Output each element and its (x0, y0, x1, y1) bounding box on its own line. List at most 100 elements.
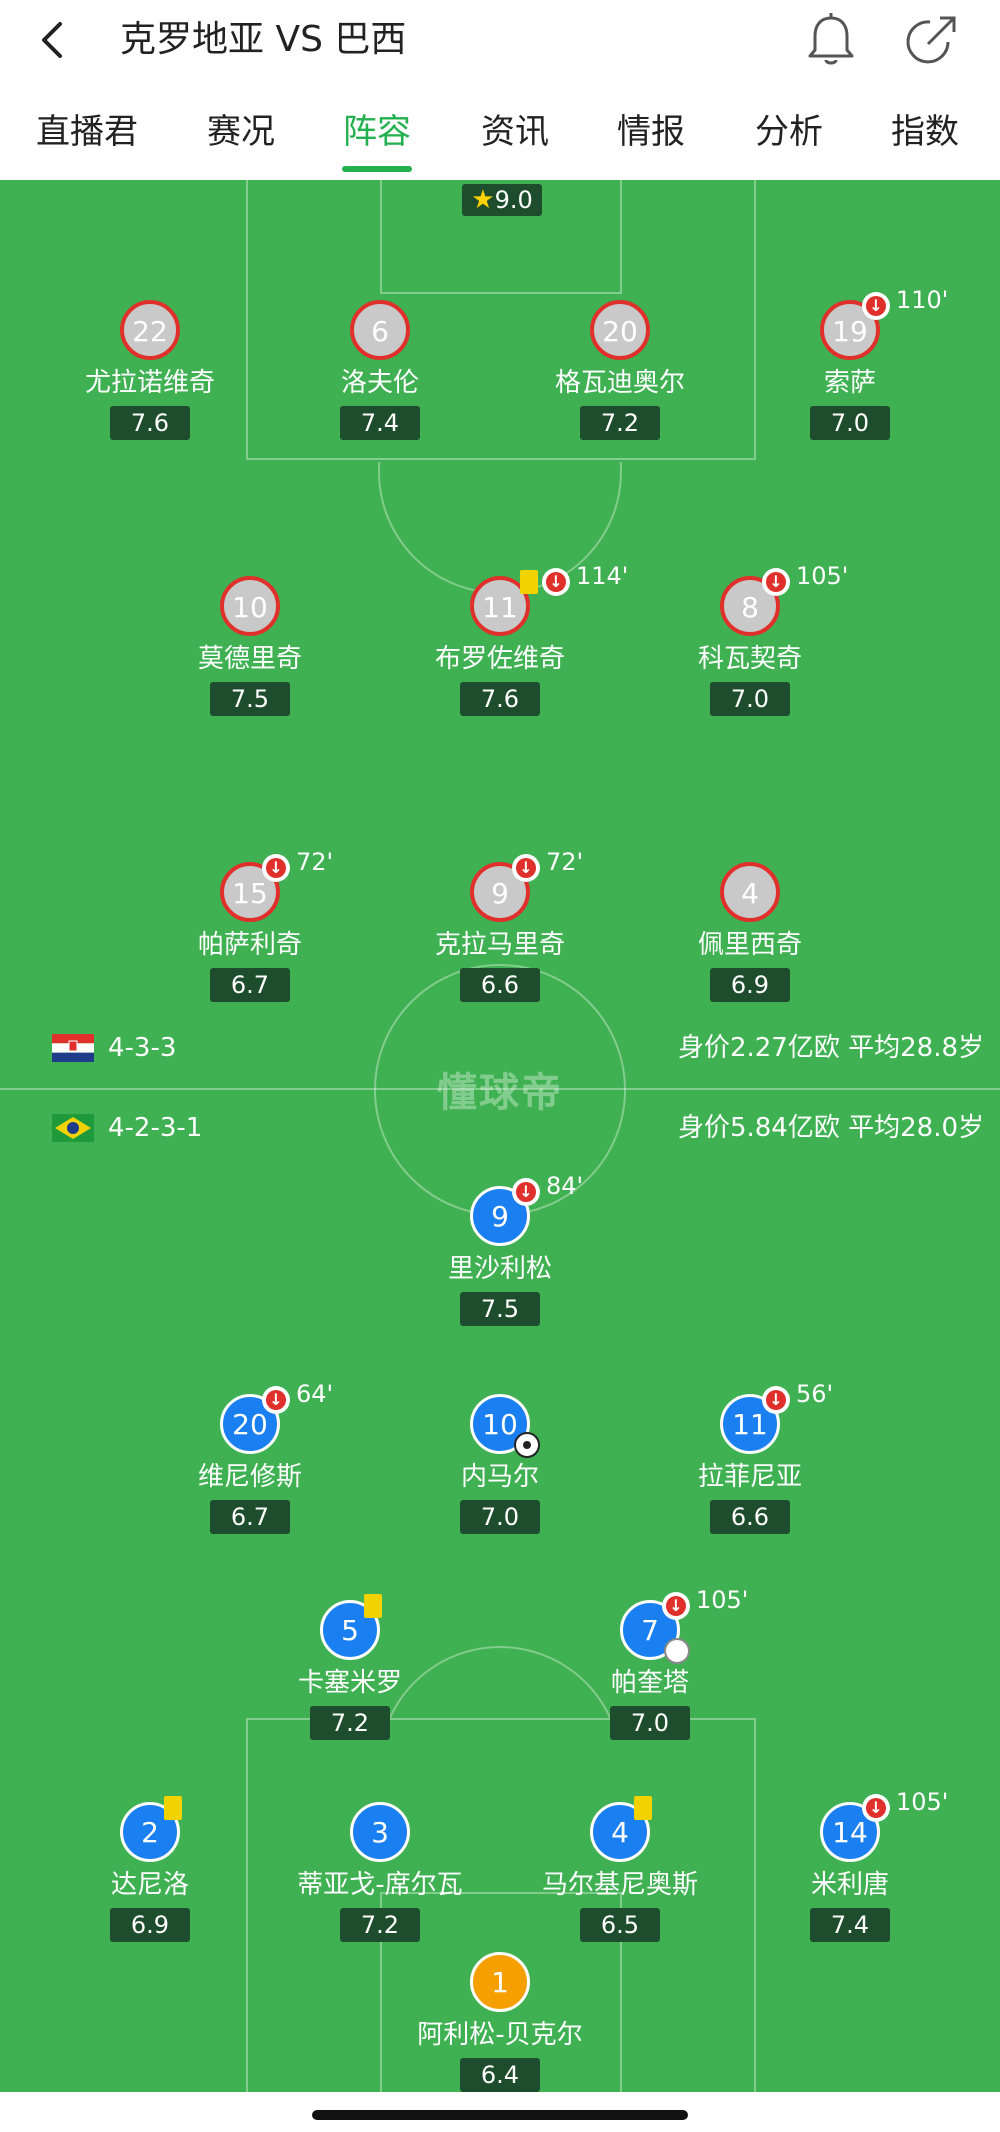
bell-icon[interactable] (800, 10, 862, 72)
header-bar: 克罗地亚 VS 巴西 (0, 0, 1000, 80)
tab-odds[interactable]: 指数 (860, 110, 990, 154)
active-tab-indicator (342, 166, 412, 172)
player-brazil[interactable]: 14 ↓ 105' 米利唐 7.4 (740, 1788, 960, 1962)
sub-time: 56' (796, 1380, 834, 1408)
player-rating: 6.4 (460, 2058, 540, 2092)
player-croatia[interactable]: 6 洛夫伦 7.4 (270, 300, 490, 460)
player-croatia[interactable]: 10 莫德里奇 7.5 (140, 576, 360, 736)
player-croatia[interactable]: 4 佩里西奇 6.9 (640, 862, 860, 1022)
brazil-team-info: 身价5.84亿欧 平均28.0岁 (677, 1113, 984, 1143)
player-name: 内马尔 (460, 1462, 539, 1492)
player-croatia[interactable]: 8 ↓ 105' 科瓦契奇 7.0 (640, 562, 860, 736)
player-rating: 7.2 (340, 1908, 420, 1942)
tab-match-status[interactable]: 赛况 (176, 110, 306, 154)
player-name: 阿利松-贝克尔 (417, 2020, 583, 2050)
sub-time: 105' (796, 562, 849, 590)
player-number: 10 (220, 576, 280, 636)
player-rating: 7.2 (310, 1706, 390, 1740)
down-arrow-icon: ↓ (769, 1390, 783, 1409)
player-croatia[interactable]: 19 ↓ 110' 索萨 7.0 (740, 286, 960, 460)
croatia-formation: 4-3-3 (108, 1033, 177, 1063)
player-croatia[interactable]: 22 尤拉诺维奇 7.6 (40, 300, 260, 460)
back-icon[interactable] (32, 18, 76, 62)
player-rating: 7.0 (610, 1706, 690, 1740)
player-brazil[interactable]: 2 达尼洛 6.9 (40, 1796, 260, 1962)
player-rating: 7.0 (710, 682, 790, 716)
player-rating: 7.5 (210, 682, 290, 716)
player-name: 布罗佐维奇 (434, 644, 565, 674)
player-rating: 7.6 (460, 682, 540, 716)
player-number: 6 (350, 300, 410, 360)
player-brazil[interactable]: 3 蒂亚戈-席尔瓦 7.2 (270, 1802, 490, 1962)
player-rating: 6.7 (210, 968, 290, 1002)
player-name: 佩里西奇 (697, 930, 802, 960)
player-name: 帕奎塔 (610, 1668, 689, 1698)
player-name: 马尔基尼奥斯 (541, 1870, 698, 1900)
tab-bar: 直播君 赛况 阵容 资讯 情报 分析 指数 (0, 92, 1000, 180)
down-arrow-icon: ↓ (869, 1798, 883, 1817)
player-croatia[interactable]: 11 ↓ 114' 布罗佐维奇 7.6 (390, 562, 628, 736)
player-number: 3 (350, 1802, 410, 1862)
down-arrow-icon: ↓ (769, 572, 783, 591)
player-name: 克拉马里奇 (434, 930, 565, 960)
player-name: 米利唐 (810, 1870, 889, 1900)
tab-live[interactable]: 直播君 (22, 110, 152, 154)
player-brazil[interactable]: 7 ↓ 105' 帕奎塔 7.0 (540, 1586, 760, 1760)
tab-analysis[interactable]: 分析 (724, 110, 854, 154)
tab-intel[interactable]: 情报 (586, 110, 716, 154)
croatia-flag-icon (52, 1034, 94, 1062)
brazil-flag-icon (52, 1114, 94, 1142)
player-croatia[interactable]: 20 格瓦迪奥尔 7.2 (510, 300, 730, 460)
player-rating: 7.0 (810, 406, 890, 440)
down-arrow-icon: ↓ (269, 1390, 283, 1409)
tab-news[interactable]: 资讯 (450, 110, 580, 154)
share-icon[interactable] (900, 10, 962, 72)
sub-time: 72' (296, 848, 334, 876)
player-brazil[interactable]: 4 马尔基尼奥斯 6.5 (510, 1796, 730, 1962)
player-brazil[interactable]: 9 ↓ 84' 里沙利松 7.5 (390, 1172, 610, 1346)
player-brazil[interactable]: 5 卡塞米罗 7.2 (240, 1594, 460, 1760)
player-name: 帕萨利奇 (197, 930, 302, 960)
player-name: 蒂亚戈-席尔瓦 (297, 1870, 463, 1900)
player-rating: 7.5 (460, 1292, 540, 1326)
player-number: 1 (470, 1952, 530, 2012)
croatia-team-row: 4-3-3 身价2.27亿欧 平均28.8岁 (0, 1028, 1000, 1068)
player-name: 莫德里奇 (197, 644, 302, 674)
yellow-card-icon (364, 1594, 382, 1618)
home-indicator[interactable] (312, 2110, 688, 2120)
player-brazil[interactable]: 11 ↓ 56' 拉菲尼亚 6.6 (640, 1380, 860, 1554)
down-arrow-icon: ↓ (549, 572, 563, 591)
player-name: 尤拉诺维奇 (84, 368, 215, 398)
sub-time: 64' (296, 1380, 334, 1408)
player-rating: 7.6 (110, 406, 190, 440)
brazil-team-row: 4-2-3-1 身价5.84亿欧 平均28.0岁 (0, 1108, 1000, 1148)
down-arrow-icon: ↓ (519, 858, 533, 877)
player-rating: 7.2 (580, 406, 660, 440)
player-name: 卡塞米罗 (297, 1668, 402, 1698)
tab-lineup[interactable]: 阵容 (312, 110, 442, 154)
sub-time: 105' (696, 1586, 749, 1614)
player-brazil[interactable]: 10 内马尔 7.0 (390, 1394, 610, 1554)
sub-time: 110' (896, 286, 949, 314)
goal-ball-icon (514, 1432, 540, 1458)
player-rating: 6.9 (110, 1908, 190, 1942)
yellow-card-icon (520, 570, 538, 594)
sub-time: 72' (546, 848, 584, 876)
player-name: 格瓦迪奥尔 (554, 368, 685, 398)
player-name: 拉菲尼亚 (697, 1462, 802, 1492)
player-brazil[interactable]: 20 ↓ 64' 维尼修斯 6.7 (140, 1380, 360, 1554)
star-icon: ★ (471, 185, 495, 215)
sub-time: 105' (896, 1788, 949, 1816)
yellow-card-icon (634, 1796, 652, 1820)
player-rating: 7.4 (810, 1908, 890, 1942)
player-croatia[interactable]: 15 ↓ 72' 帕萨利奇 6.7 (140, 848, 360, 1022)
down-arrow-icon: ↓ (519, 1182, 533, 1201)
player-number: 22 (120, 300, 180, 360)
player-brazil-goalkeeper[interactable]: 1 阿利松-贝克尔 6.4 (390, 1952, 610, 2112)
sub-time: 84' (546, 1172, 584, 1200)
player-rating: 6.9 (710, 968, 790, 1002)
player-rating: 6.6 (460, 968, 540, 1002)
player-croatia[interactable]: 9 ↓ 72' 克拉马里奇 6.6 (390, 848, 610, 1022)
player-name: 洛夫伦 (340, 368, 419, 398)
player-rating: 6.7 (210, 1500, 290, 1534)
